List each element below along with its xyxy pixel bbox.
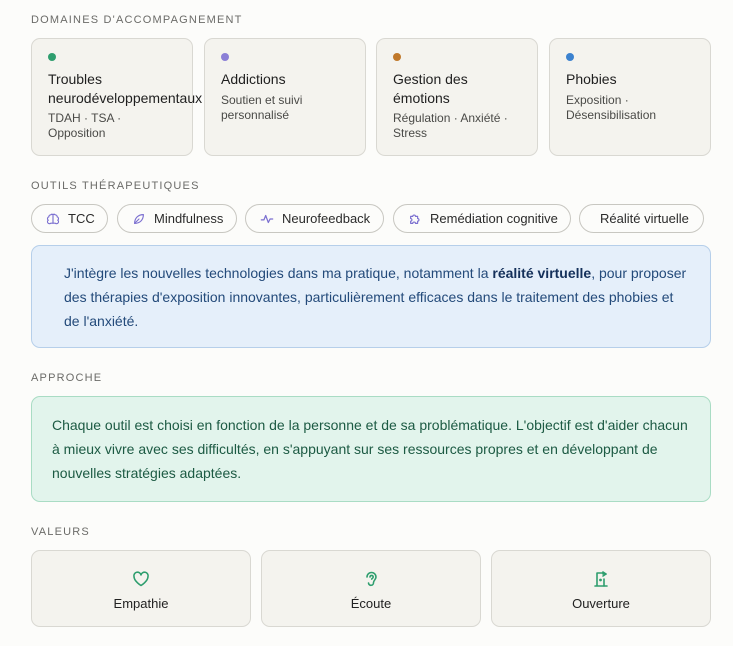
domain-title: Gestion des émotions [393,71,468,106]
value-card-ecoute: Écoute [261,550,481,627]
tool-label: Remédiation cognitive [430,211,558,226]
approach-box: Chaque outil est choisi en fonction de l… [31,396,711,502]
approach-text: Chaque outil est choisi en fonction de l… [52,417,688,481]
domain-title: Troubles neurodéveloppementaux [48,71,203,106]
domain-dot [48,53,56,61]
tool-label: Réalité virtuelle [600,211,689,226]
tools-section-title: OUTILS THÉRAPEUTIQUES [31,180,200,192]
domain-dot [566,53,574,61]
domain-card-addictions[interactable]: Addictions Soutien et suivi personnalisé [204,38,366,156]
value-label: Ouverture [572,596,630,611]
value-card-ouverture: Ouverture [491,550,711,627]
value-label: Empathie [113,596,169,611]
tool-label: Mindfulness [154,211,224,226]
domain-dot [393,53,401,61]
puzzle-icon [410,214,420,224]
tool-pill-remediation[interactable]: Remédiation cognitive [393,204,571,233]
vr-info-box: J'intègre les nouvelles technologies dan… [31,245,711,348]
tool-pill-neurofeedback[interactable]: Neurofeedback [245,204,384,233]
domain-subtitle: Soutien et suivi personnalisé [221,93,303,122]
domain-card-emotions[interactable]: Gestion des émotions Régulation · Anxiét… [376,38,538,156]
domain-title: Addictions [221,71,286,87]
leaf-icon [134,213,144,224]
domain-card-troubles[interactable]: Troubles neurodéveloppementaux TDAH · TS… [31,38,203,156]
domain-card-phobies[interactable]: Phobies Exposition · Désensibilisation [549,38,711,156]
tool-label: TCC [68,211,95,226]
domain-subtitle: TDAH · TSA · Opposition [48,111,122,140]
vr-text-highlight: réalité virtuelle [492,265,592,281]
ear-icon [366,571,377,587]
approach-section-title: APPROCHE [31,372,103,384]
open-door-icon [594,571,608,587]
domain-title: Phobies [566,71,617,87]
tool-pill-tcc[interactable]: TCC [31,204,108,233]
domain-subtitle: Régulation · Anxiété · Stress [393,111,508,140]
pulse-icon [260,214,274,223]
values-section-title: VALEURS [31,526,90,538]
value-label: Écoute [350,596,392,611]
vr-text-before: J'intègre les nouvelles technologies dan… [64,265,493,281]
heart-icon [133,571,149,587]
brain-icon [46,213,60,224]
domain-dot [221,53,229,61]
tool-pill-mindfulness[interactable]: Mindfulness [117,204,237,233]
tool-pill-vr[interactable]: Réalité virtuelle [579,204,704,233]
domain-subtitle: Exposition · Désensibilisation [566,93,657,122]
value-card-empathie: Empathie [31,550,251,627]
domains-section-title: DOMAINES D'ACCOMPAGNEMENT [31,14,243,26]
tool-label: Neurofeedback [282,211,371,226]
